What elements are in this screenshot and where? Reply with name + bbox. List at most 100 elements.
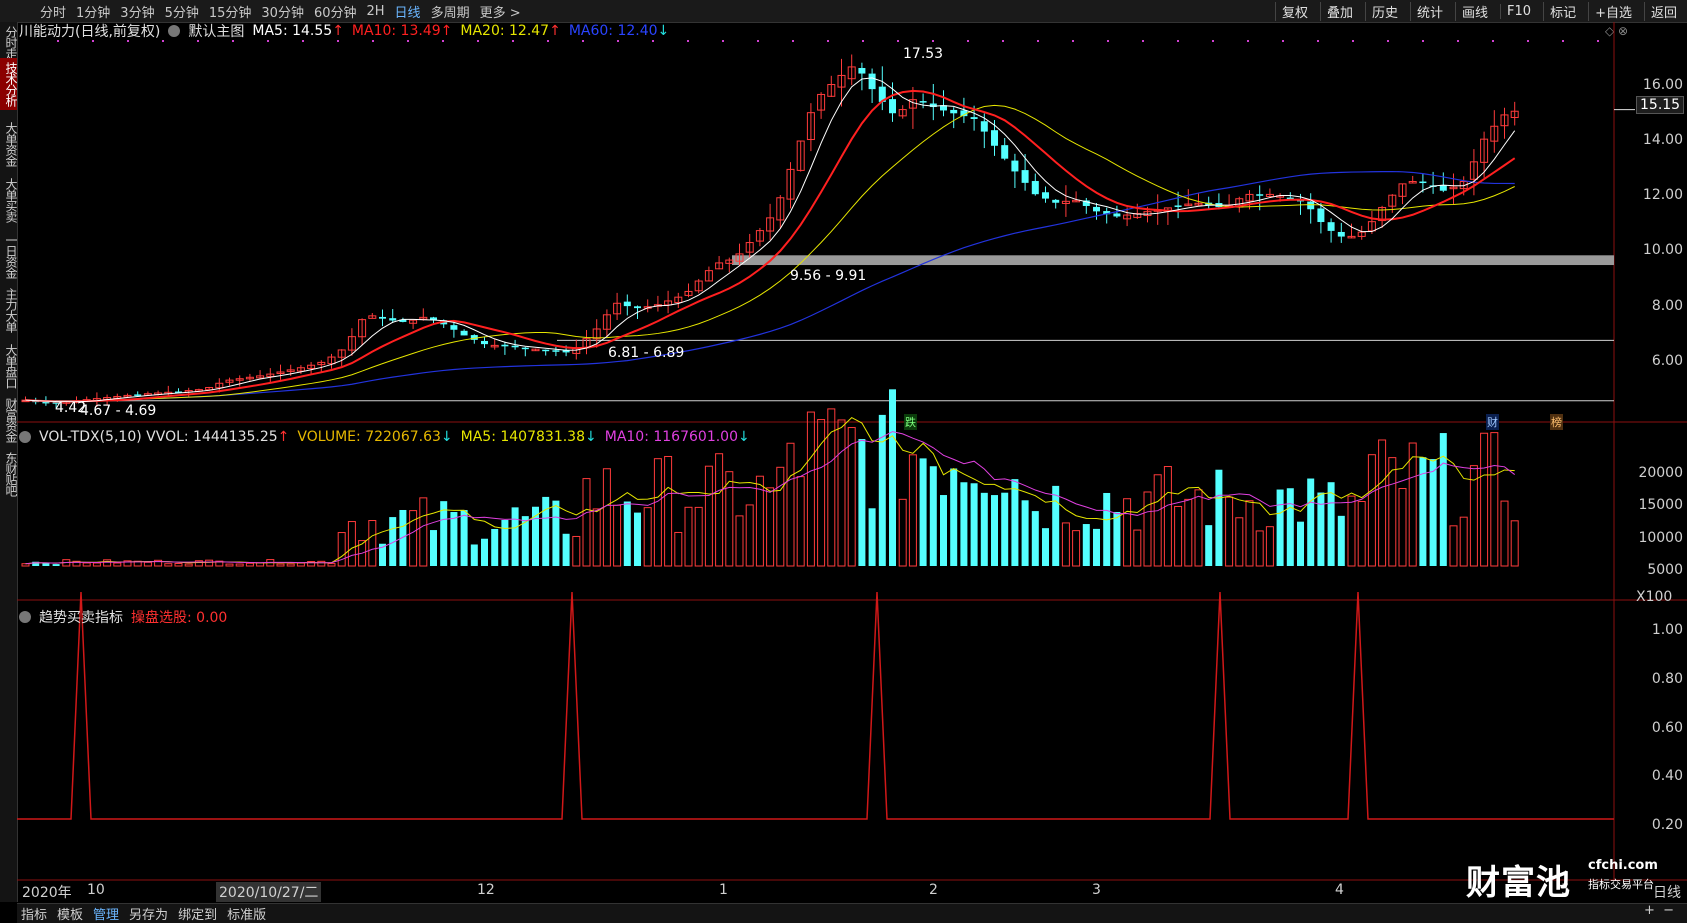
bottom-tab-2[interactable]: 管理 (93, 904, 119, 923)
volume-bar (1225, 496, 1234, 567)
leftnav-item-4[interactable]: 一日资金 (0, 230, 18, 282)
signal-dot (162, 40, 164, 42)
volume-bar (1031, 511, 1039, 566)
indicator-title[interactable]: 趋势买卖指标 (39, 607, 123, 627)
volume-bar (858, 439, 866, 566)
signal-dot (1422, 40, 1424, 42)
volume-bar (1042, 528, 1049, 566)
volume-bar (929, 466, 937, 566)
volume-bar (542, 496, 550, 566)
signal-dot (757, 40, 759, 42)
bottom-tab-3[interactable]: 另存为 (129, 904, 168, 923)
volume-bar (1429, 459, 1437, 566)
event-marker-bang[interactable]: 榜 (1550, 414, 1563, 430)
volume-bar (82, 562, 91, 567)
signal-dot (1072, 40, 1074, 42)
x-axis-label-1: 10 (87, 882, 105, 898)
bottom-tab-5[interactable]: 标准版 (227, 904, 266, 923)
volume-bar (1235, 517, 1244, 567)
high-price-label: 17.53 (903, 46, 944, 62)
toolbar-button-1[interactable]: 叠加 (1319, 1, 1359, 21)
period-tab-4[interactable]: 15分钟 (209, 2, 252, 21)
x-axis-label-0: 2020年 (22, 885, 72, 901)
chart-canvas[interactable] (17, 22, 1687, 902)
event-marker-die[interactable]: 跌 (904, 414, 917, 430)
zoom-controls[interactable]: + − (1644, 903, 1674, 918)
period-tab-0[interactable]: 分时 (40, 2, 66, 21)
toolbar-button-8[interactable]: 返回 (1643, 1, 1683, 21)
candle-body (134, 394, 142, 396)
candle-body (1113, 213, 1121, 217)
period-tab-5[interactable]: 30分钟 (261, 2, 304, 21)
candle-body (991, 130, 998, 146)
leftnav-item-5[interactable]: 主力大单 (0, 284, 18, 336)
watermark-site: cfchi.com (1588, 858, 1658, 873)
period-tab-10[interactable]: 更多 > (480, 2, 521, 21)
period-tab-1[interactable]: 1分钟 (76, 2, 110, 21)
ind-y-tick-2: 0.60 (1651, 720, 1683, 736)
settings-icon[interactable] (19, 431, 31, 443)
signal-dot (232, 40, 234, 42)
toolbar-button-4[interactable]: 画线 (1455, 1, 1494, 21)
volume-bar (1072, 530, 1081, 567)
signal-dot (92, 40, 94, 42)
period-tab-9[interactable]: 多周期 (431, 2, 470, 21)
volume-bar (450, 511, 458, 566)
leftnav-item-6[interactable]: 大单盘口 (0, 340, 18, 392)
leftnav-item-3[interactable]: 大单买卖 (0, 174, 18, 226)
event-marker-cai[interactable]: 财 (1486, 414, 1499, 430)
volume-bar (1113, 511, 1121, 566)
period-tab-6[interactable]: 60分钟 (314, 2, 357, 21)
leftnav-item-2[interactable]: 大单资金 (0, 118, 18, 170)
volume-bar (1378, 439, 1387, 567)
volume-bar (613, 504, 622, 567)
toolbar-button-0[interactable]: 复权 (1274, 1, 1314, 21)
volume-bar (1286, 488, 1294, 566)
volume-bar (715, 453, 724, 567)
toolbar-button-3[interactable]: 统计 (1410, 1, 1449, 21)
bottom-tab-0[interactable]: 指标 (21, 904, 47, 923)
period-tab-3[interactable]: 5分钟 (165, 2, 199, 21)
volume-bar (1500, 500, 1509, 567)
candle-body (889, 99, 896, 114)
candle-body (1011, 160, 1019, 172)
toolbar-button-2[interactable]: 历史 (1364, 1, 1404, 21)
zone1-label: 4.67 - 4.69 (80, 403, 157, 419)
leftnav-item-1[interactable]: 技术分析 (0, 58, 18, 110)
signal-dot (582, 40, 584, 42)
candle-body (379, 316, 386, 319)
main-y-tick-1: 14.00 (1642, 132, 1683, 148)
volume-bar (1103, 492, 1111, 566)
signal-dot (1317, 40, 1319, 42)
volume-bar (868, 508, 876, 566)
toolbar-button-6[interactable]: 标记 (1543, 1, 1582, 21)
volume-bar (602, 468, 611, 567)
candle-body (511, 345, 519, 348)
x-axis-period-label: 日线 (1653, 885, 1681, 901)
signal-dot (617, 40, 619, 42)
settings-icon[interactable] (19, 611, 31, 623)
candle-body (552, 350, 560, 352)
ma10-line (25, 89, 1516, 403)
leftnav-item-7[interactable]: 财富资金 (0, 394, 18, 446)
x-axis-label-7: 4 (1335, 882, 1344, 898)
x-axis-label-4: 1 (719, 882, 728, 898)
volume-bar (960, 482, 968, 566)
toolbar-button-7[interactable]: +自选 (1588, 1, 1638, 21)
period-tab-8[interactable]: 日线 (395, 2, 421, 21)
bottom-tab-4[interactable]: 绑定到 (178, 904, 217, 923)
signal-dot (1352, 40, 1354, 42)
vol-ma10-text: MA10: 1167601.00 (604, 429, 738, 445)
volume-bar (786, 442, 795, 567)
bottom-tab-1[interactable]: 模板 (57, 904, 83, 923)
volume-bar (950, 468, 958, 566)
candle-body (623, 301, 631, 307)
period-tab-2[interactable]: 3分钟 (120, 2, 154, 21)
volume-bar (143, 561, 152, 567)
toolbar-button-5[interactable]: F10 (1500, 3, 1537, 19)
signal-dot (127, 40, 129, 42)
period-tabs: 分时 1分钟 3分钟 5分钟 15分钟 30分钟 60分钟 2H 日线 多周期 更多 > (40, 0, 521, 22)
leftnav-item-8[interactable]: 东财贴吧 (0, 448, 18, 500)
period-tab-7[interactable]: 2H (367, 4, 385, 19)
volume-bar (889, 389, 896, 566)
